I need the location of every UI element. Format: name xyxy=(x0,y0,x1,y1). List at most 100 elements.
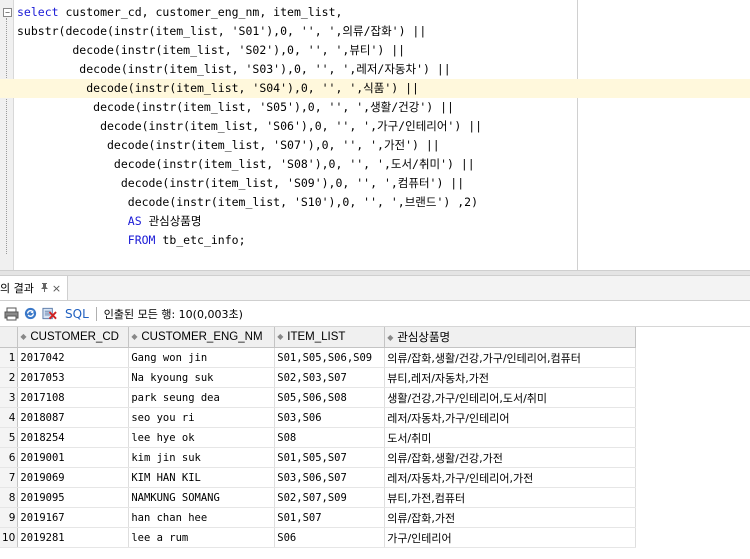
code-line[interactable]: decode(instr(item_list, 'S02'),0, '', ',… xyxy=(0,41,405,60)
table-cell[interactable]: S02,S03,S07 xyxy=(274,367,386,388)
table-cell[interactable]: 의류/잡화,생활/건강,가구/인테리어,컴퓨터 xyxy=(384,347,636,368)
table-cell[interactable]: S06 xyxy=(274,527,386,548)
table-row[interactable]: 10 2019281 lee a rum S06 가구/인테리어 xyxy=(0,527,750,548)
filler-cell xyxy=(635,528,750,548)
sql-keyword: AS xyxy=(127,214,142,228)
table-cell[interactable]: 뷰티,가전,컴퓨터 xyxy=(384,487,636,508)
sort-icon[interactable]: ◆ xyxy=(277,332,287,341)
table-cell[interactable]: 2017042 xyxy=(17,347,130,368)
table-cell[interactable]: 레저/자동차,가구/인테리어,가전 xyxy=(384,467,636,488)
code-line[interactable]: decode(instr(item_list, 'S10'),0, '', ',… xyxy=(0,193,478,212)
table-cell[interactable]: 도서/취미 xyxy=(384,427,636,448)
code-line[interactable]: FROM tb_etc_info; xyxy=(0,231,246,250)
code-line[interactable]: decode(instr(item_list, 'S09'),0, '', ',… xyxy=(0,174,464,193)
sort-icon[interactable]: ◆ xyxy=(20,332,30,341)
sort-icon[interactable]: ◆ xyxy=(387,333,397,342)
table-row[interactable]: 1 2017042 Gang won jin S01,S05,S06,S09 의류/잡화… xyxy=(0,347,750,368)
table-cell[interactable]: 레저/자동차,가구/인테리어 xyxy=(384,407,636,428)
table-cell[interactable]: 뷰티,레저/자동차,가전 xyxy=(384,367,636,388)
code-text: decode(instr(item_list, 'S05'),0, '', ',… xyxy=(17,100,454,114)
code-line[interactable]: decode(instr(item_list, 'S07'),0, '', ',… xyxy=(0,136,440,155)
code-line[interactable]: decode(instr(item_list, 'S04'),0, '', ',… xyxy=(0,79,750,98)
sort-icon[interactable]: ◆ xyxy=(131,332,141,341)
table-cell[interactable]: 2018254 xyxy=(17,427,130,448)
header-row: ◆ CUSTOMER_CD ◆ CUSTOMER_ENG_NM ◆ ITEM_LIST… xyxy=(0,327,750,348)
table-cell[interactable]: Gang won jin xyxy=(128,347,276,368)
table-cell[interactable]: 2018087 xyxy=(17,407,130,428)
column-header[interactable]: ◆ CUSTOMER_ENG_NM xyxy=(128,327,276,348)
table-cell[interactable]: lee a rum xyxy=(128,527,276,548)
result-table: ◆ CUSTOMER_CD ◆ CUSTOMER_ENG_NM ◆ ITEM_LIST… xyxy=(0,327,750,548)
table-row[interactable]: 3 2017108 park seung dea S05,S06,S08 생활/건강,가… xyxy=(0,387,750,408)
row-number: 4 xyxy=(0,407,19,428)
table-cell[interactable]: 2019095 xyxy=(17,487,130,508)
code-line[interactable]: decode(instr(item_list, 'S08'),0, '', ',… xyxy=(0,155,475,174)
table-row[interactable]: 7 2019069 KIM HAN KIL S03,S06,S07 레저/자동차,가구/… xyxy=(0,467,750,488)
pin-icon[interactable] xyxy=(40,282,49,295)
code-line[interactable]: decode(instr(item_list, 'S05'),0, '', ',… xyxy=(0,98,454,117)
tab-query-result[interactable]: 의 결과 × xyxy=(0,276,69,300)
table-cell[interactable]: S01,S05,S07 xyxy=(274,447,386,468)
code-line[interactable]: decode(instr(item_list, 'S06'),0, '', ',… xyxy=(0,117,482,136)
table-cell[interactable]: 가구/인테리어 xyxy=(384,527,636,548)
row-number: 8 xyxy=(0,487,19,508)
table-cell[interactable]: 2017053 xyxy=(17,367,130,388)
table-cell[interactable]: S03,S06,S07 xyxy=(274,467,386,488)
table-cell[interactable]: S05,S06,S08 xyxy=(274,387,386,408)
table-cell[interactable]: 2019069 xyxy=(17,467,130,488)
table-cell[interactable]: S01,S05,S06,S09 xyxy=(274,347,386,368)
print-icon[interactable] xyxy=(4,306,19,321)
refresh-icon[interactable] xyxy=(23,306,38,321)
code-line[interactable]: decode(instr(item_list, 'S03'),0, '', ',… xyxy=(0,60,450,79)
filler-cell xyxy=(635,348,750,368)
row-number: 5 xyxy=(0,427,19,448)
table-cell[interactable]: Na kyoung suk xyxy=(128,367,276,388)
result-grid[interactable]: ◆ CUSTOMER_CD ◆ CUSTOMER_ENG_NM ◆ ITEM_LIST… xyxy=(0,327,750,559)
sql-button[interactable]: SQL xyxy=(65,307,89,321)
tab-label: 의 결과 xyxy=(0,282,34,295)
row-number: 2 xyxy=(0,367,19,388)
table-cell[interactable]: 생활/건강,가구/인테리어,도서/취미 xyxy=(384,387,636,408)
table-cell[interactable]: S02,S07,S09 xyxy=(274,487,386,508)
table-cell[interactable]: 2017108 xyxy=(17,387,130,408)
table-cell[interactable]: 2019281 xyxy=(17,527,130,548)
table-row[interactable]: 5 2018254 lee hye ok S08 도서/취미 xyxy=(0,427,750,448)
table-cell[interactable]: KIM HAN KIL xyxy=(128,467,276,488)
table-cell[interactable]: 의류/잡화,생활/건강,가전 xyxy=(384,447,636,468)
table-cell[interactable]: S03,S06 xyxy=(274,407,386,428)
filler-cell xyxy=(635,488,750,508)
cancel-query-icon[interactable] xyxy=(42,306,57,321)
table-cell[interactable]: 2019167 xyxy=(17,507,130,528)
table-cell[interactable]: 의류/잡화,가전 xyxy=(384,507,636,528)
table-cell[interactable]: han chan hee xyxy=(128,507,276,528)
code-line[interactable]: AS 관심상품명 xyxy=(0,212,202,231)
table-cell[interactable]: lee hye ok xyxy=(128,427,276,448)
table-cell[interactable]: S08 xyxy=(274,427,386,448)
table-cell[interactable]: 2019001 xyxy=(17,447,130,468)
row-number-header xyxy=(0,327,19,348)
table-row[interactable]: 2 2017053 Na kyoung suk S02,S03,S07 뷰티,레저/자동… xyxy=(0,367,750,388)
table-row[interactable]: 4 2018087 seo you ri S03,S06 레저/자동차,가구/인테리어 xyxy=(0,407,750,428)
code-text: decode(instr(item_list, 'S07'),0, '', ',… xyxy=(17,138,440,152)
column-header[interactable]: ◆ 관심상품명 xyxy=(384,327,636,348)
filler-cell xyxy=(635,508,750,528)
table-row[interactable]: 9 2019167 han chan hee S01,S07 의류/잡화,가전 xyxy=(0,507,750,528)
code-line[interactable]: select customer_cd, customer_eng_nm, ite… xyxy=(0,3,342,22)
filler-cell xyxy=(635,428,750,448)
table-row[interactable]: 8 2019095 NAMKUNG SOMANG S02,S07,S09 뷰티,가전,컴… xyxy=(0,487,750,508)
filler-cell xyxy=(635,368,750,388)
code-line[interactable]: substr(decode(instr(item_list, 'S01'),0,… xyxy=(0,22,426,41)
column-header[interactable]: ◆ CUSTOMER_CD xyxy=(17,327,130,348)
result-tab-bar: 의 결과 × xyxy=(0,276,750,301)
table-cell[interactable]: kim jin suk xyxy=(128,447,276,468)
close-icon[interactable]: × xyxy=(52,282,61,295)
table-cell[interactable]: park seung dea xyxy=(128,387,276,408)
sql-editor[interactable]: − select customer_cd, customer_eng_nm, i… xyxy=(0,0,750,270)
code-text: decode(instr(item_list, 'S06'),0, '', ',… xyxy=(17,119,483,133)
table-row[interactable]: 6 2019001 kim jin suk S01,S05,S07 의류/잡화,생활/건… xyxy=(0,447,750,468)
row-number: 7 xyxy=(0,467,19,488)
table-cell[interactable]: S01,S07 xyxy=(274,507,386,528)
column-header[interactable]: ◆ ITEM_LIST xyxy=(274,327,386,348)
table-cell[interactable]: NAMKUNG SOMANG xyxy=(128,487,276,508)
table-cell[interactable]: seo you ri xyxy=(128,407,276,428)
